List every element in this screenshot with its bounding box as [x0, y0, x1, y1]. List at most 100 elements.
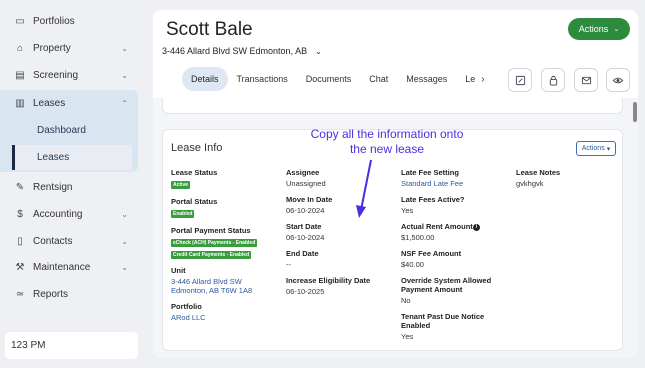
chevron-down-icon: ⌄ — [613, 26, 620, 33]
chevron-down-icon: ⌄ — [121, 210, 128, 219]
lease-info-title: Lease Info — [171, 142, 223, 154]
address-text: 3-446 Allard Blvd SW Edmonton, AB — [162, 46, 308, 56]
lease-info-col-1: Lease Status Active Portal Status Enable… — [171, 168, 281, 329]
actual-rent-label: Actual Rent Amount i — [401, 222, 513, 231]
scrollbar[interactable] — [633, 102, 637, 122]
override-payment-label-line-2: Payment Amount — [401, 285, 463, 294]
tab-transactions[interactable]: Transactions — [228, 67, 297, 91]
sidebar-item-rentsign[interactable]: ✎ Rentsign — [0, 174, 138, 201]
address-selector[interactable]: 3-446 Allard Blvd SW Edmonton, AB ⌄ — [162, 46, 322, 56]
lease-info-col-3: Late Fee Setting Standard Late Fee Late … — [401, 168, 513, 348]
end-date-value: -- — [286, 260, 291, 269]
lease-notes-label: Lease Notes — [516, 168, 561, 177]
portfolio-label: Portfolio — [171, 302, 202, 311]
sidebar-item-maintenance[interactable]: ⚒ Maintenance ⌄ — [0, 254, 138, 281]
clipboard-icon: ▥ — [15, 98, 25, 109]
annotation-line-2: the new lease — [349, 142, 425, 156]
view-button[interactable] — [606, 68, 630, 92]
tab-chat[interactable]: Chat — [360, 67, 397, 91]
header-actions-button[interactable]: Actions ⌄ — [568, 18, 630, 40]
portal-status-label: Portal Status — [171, 197, 218, 206]
tenant-name: Scott Bale — [166, 19, 253, 40]
lock-icon — [549, 75, 557, 86]
chevron-down-icon: ⌄ — [121, 71, 128, 80]
sidebar-item-label: Screening — [33, 70, 79, 81]
past-due-notice-label-line-2: Enabled — [401, 321, 431, 330]
past-due-notice-label-line-1: Tenant Past Due Notice — [401, 312, 485, 321]
nsf-fee-label: NSF Fee Amount — [401, 249, 462, 258]
time-display: 123 PM — [5, 332, 138, 359]
chevron-down-icon: ⌄ — [315, 47, 322, 56]
contacts-book-icon: ▯ — [17, 236, 23, 247]
edit-button[interactable] — [508, 68, 532, 92]
annotation-arrow-icon — [356, 159, 372, 218]
tabs-scroll-right-icon[interactable]: › — [481, 74, 484, 85]
mail-button[interactable] — [574, 68, 598, 92]
actual-rent-label-text: Actual Rent Amount — [401, 222, 473, 231]
tab-details[interactable]: Details — [182, 67, 228, 91]
actions-label: Actions — [578, 24, 609, 34]
info-icon[interactable]: i — [472, 224, 480, 231]
sidebar-subitem-leases[interactable]: Leases — [12, 145, 132, 170]
dollar-icon: $ — [17, 209, 23, 220]
portal-status-badge: Enabled — [171, 210, 195, 218]
sidebar-item-label: Contacts — [33, 236, 73, 247]
main-panel: Scott Bale 3-446 Allard Blvd SW Edmonton… — [153, 10, 638, 358]
tab-bar: Details Transactions Documents Chat Mess… — [182, 67, 485, 91]
chevron-down-icon: ⌄ — [121, 237, 128, 246]
start-date-value: 06-10-2024 — [286, 233, 325, 242]
sidebar-item-portfolios[interactable]: ▭ Portfolios — [0, 8, 138, 35]
chart-icon: ≃ — [15, 289, 25, 300]
late-fee-setting-link[interactable]: Standard Late Fee — [401, 179, 513, 188]
lease-info-card: Lease Info Actions ▾ Lease Status Active… — [162, 129, 623, 351]
lease-status-badge: Active — [171, 181, 191, 189]
unit-link-line-2[interactable]: Edmonton, AB T6W 1A8 — [171, 286, 281, 295]
lease-status-label: Lease Status — [171, 168, 218, 177]
edit-icon — [515, 75, 525, 85]
sidebar-item-label: Rentsign — [33, 182, 73, 193]
credit-card-status-badge: Credit Card Payments - Enabled — [171, 251, 252, 259]
lock-button[interactable] — [541, 68, 565, 92]
past-due-notice-value: Yes — [401, 332, 414, 341]
folder-icon: ▭ — [15, 16, 25, 27]
sidebar-item-label: Property — [33, 43, 71, 54]
increase-eligibility-value: 06-10-2025 — [286, 287, 325, 296]
tab-truncated[interactable]: Le — [456, 67, 479, 91]
document-search-icon: ▤ — [15, 70, 25, 81]
actions-label: Actions — [581, 145, 605, 152]
mail-icon — [581, 76, 591, 84]
lease-info-col-4: Lease Notes gvkhgvk — [516, 168, 616, 195]
eye-icon — [612, 77, 624, 83]
caret-down-icon: ▾ — [606, 145, 611, 153]
time-text: 123 PM — [11, 340, 46, 351]
sidebar-item-contacts[interactable]: ▯ Contacts ⌄ — [0, 228, 138, 255]
echeck-status-badge: eCheck (ACH) Payments - Enabled — [171, 239, 258, 247]
building-icon: ⌂ — [16, 43, 24, 54]
tab-documents[interactable]: Documents — [297, 67, 361, 91]
late-fees-active-label: Late Fees Active? — [401, 195, 465, 204]
chevron-up-icon: ⌃ — [121, 99, 128, 108]
lease-info-actions-button[interactable]: Actions ▾ — [576, 141, 616, 156]
annotation-line-1: Copy all the information onto — [310, 127, 464, 141]
override-payment-label-line-1: Override System Allowed — [401, 276, 492, 285]
start-date-label: Start Date — [286, 222, 322, 231]
tab-messages[interactable]: Messages — [397, 67, 456, 91]
sidebar-item-label: Portfolios — [33, 16, 75, 27]
sidebar-subitem-label: Dashboard — [37, 125, 86, 136]
sidebar-subitem-dashboard[interactable]: Dashboard — [12, 118, 132, 143]
payment-status-label: Portal Payment Status — [171, 226, 251, 235]
sidebar-item-leases[interactable]: ▥ Leases ⌃ — [0, 90, 138, 117]
late-fee-setting-label: Late Fee Setting — [401, 168, 459, 177]
chevron-down-icon: ⌄ — [121, 44, 128, 53]
sidebar-item-screening[interactable]: ▤ Screening ⌄ — [0, 62, 138, 89]
chevron-down-icon: ⌄ — [121, 263, 128, 272]
nsf-fee-value: $40.00 — [401, 260, 424, 269]
sidebar: ▭ Portfolios ⌂ Property ⌄ ▤ Screening ⌄ … — [0, 0, 145, 368]
portfolio-link[interactable]: ARod LLC — [171, 313, 281, 322]
unit-link-line-1[interactable]: 3-446 Allard Blvd SW — [171, 277, 281, 286]
sidebar-item-reports[interactable]: ≃ Reports — [0, 281, 138, 308]
annotation-text: Copy all the information onto the new le… — [287, 127, 487, 157]
sidebar-item-property[interactable]: ⌂ Property ⌄ — [0, 35, 138, 62]
sidebar-item-accounting[interactable]: $ Accounting ⌄ — [0, 201, 138, 228]
sidebar-subitem-label: Leases — [37, 152, 70, 163]
